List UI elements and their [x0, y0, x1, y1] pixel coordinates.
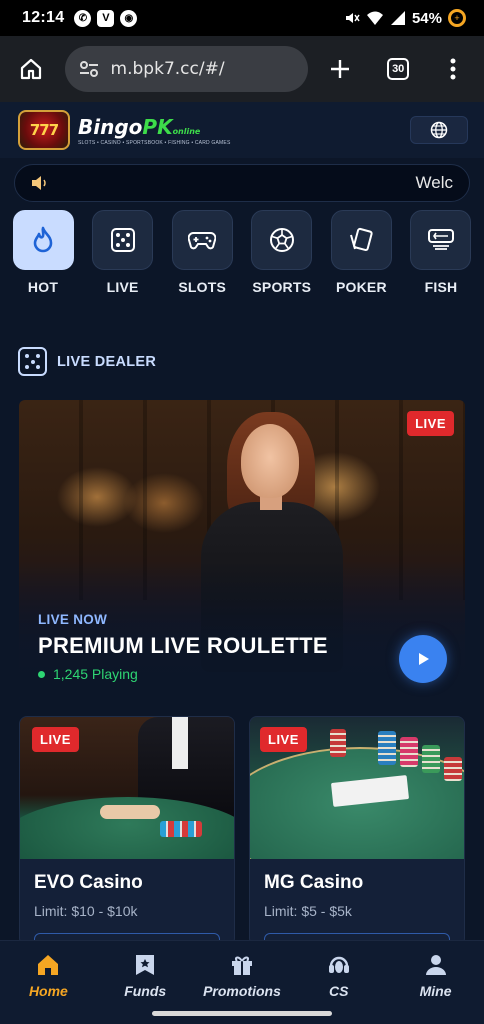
- dice-icon: [110, 228, 135, 252]
- game-card-mg[interactable]: LIVE MG Casino Limit: $5 - $5k: [249, 716, 465, 940]
- home-icon: [38, 955, 59, 975]
- app-header: 777 BingoPKonline SLOTS • CASINO • SPORT…: [0, 102, 484, 158]
- fish-icon: [427, 229, 454, 250]
- tab-count: 30: [387, 58, 410, 80]
- marquee-text: Welc: [415, 173, 453, 192]
- featured-game-card[interactable]: LIVE LIVE NOW PREMIUM LIVE ROULETTE 1,24…: [19, 400, 465, 702]
- v-app-icon: V: [97, 9, 115, 27]
- player-count: 1,245 Playing: [38, 666, 138, 682]
- menu-button[interactable]: [433, 49, 472, 89]
- nav-funds-label: Funds: [124, 983, 167, 999]
- tab-poker-label: POKER: [335, 279, 387, 295]
- logo: BingoPKonline SLOTS • CASINO • SPORTSBOO…: [78, 115, 231, 146]
- wifi-icon: [366, 11, 383, 25]
- online-dot-icon: [38, 670, 45, 678]
- logo-accent: PK: [142, 114, 173, 139]
- cards-icon: [350, 227, 374, 252]
- globe-icon: [430, 121, 448, 139]
- tab-fish[interactable]: FISH: [410, 210, 472, 295]
- live-tile: [92, 210, 154, 270]
- system-home-indicator[interactable]: [152, 1011, 332, 1016]
- hot-tile: [12, 210, 74, 270]
- speaker-icon: [32, 176, 46, 190]
- slots-tile: [171, 210, 233, 270]
- address-bar[interactable]: m.bpk7.cc/#/: [64, 46, 309, 92]
- headset-icon: [328, 956, 349, 973]
- new-tab-button[interactable]: [320, 49, 359, 89]
- logo-text: BingoPKonline: [78, 115, 231, 139]
- card-title: MG Casino: [264, 872, 364, 893]
- tab-live-label: LIVE: [106, 279, 139, 295]
- site-settings-icon: [79, 61, 98, 77]
- nav-mine-label: Mine: [419, 983, 452, 999]
- battery-percent: 54%: [411, 9, 442, 27]
- card-limit: Limit: $10 - $10k: [34, 903, 138, 919]
- fire-icon: [33, 226, 53, 253]
- user-icon: [425, 955, 446, 975]
- status-time: 12:14: [22, 9, 65, 26]
- tab-slots-label: SLOTS: [178, 279, 227, 295]
- nav-home[interactable]: Home: [3, 953, 93, 1024]
- home-outline-icon: [21, 58, 42, 80]
- mute-icon: [345, 13, 360, 23]
- poker-tile: [330, 210, 392, 270]
- live-badge: LIVE: [260, 727, 307, 752]
- url-text: m.bpk7.cc/#/: [110, 59, 225, 79]
- logo-word: Bingo: [78, 114, 143, 139]
- signal-icon: [390, 11, 405, 25]
- card-title: EVO Casino: [34, 872, 143, 893]
- nav-promotions-label: Promotions: [203, 983, 281, 999]
- play-icon: [419, 653, 429, 665]
- plus-icon: [330, 60, 349, 78]
- whatsapp-icon: ✆: [74, 9, 92, 27]
- home-button[interactable]: [12, 49, 51, 89]
- tab-live[interactable]: LIVE: [92, 210, 154, 295]
- logo-tagline: SLOTS • CASINO • SPORTSBOOK • FISHING • …: [78, 139, 231, 146]
- app-viewport: 777 BingoPKonline SLOTS • CASINO • SPORT…: [0, 102, 484, 940]
- tab-hot-label: HOT: [27, 279, 59, 295]
- hero-title: PREMIUM LIVE ROULETTE: [38, 633, 328, 658]
- gift-icon: [231, 956, 252, 975]
- nav-mine[interactable]: Mine: [391, 953, 481, 1024]
- card-action-button[interactable]: [34, 933, 220, 940]
- logo-badge: 777: [18, 110, 70, 150]
- category-tabs: HOT LIVE SLOTS SPORTS POKER FISH: [0, 202, 484, 295]
- chat-app-icon: ◉: [120, 9, 138, 27]
- gamepad-icon: [188, 232, 217, 250]
- dice-icon: [18, 347, 47, 376]
- tab-hot[interactable]: HOT: [12, 210, 74, 295]
- live-badge: LIVE: [32, 727, 79, 752]
- more-vertical-icon: [450, 58, 456, 80]
- section-header-live-dealer: LIVE DEALER: [18, 347, 484, 376]
- soccer-ball-icon: [269, 228, 294, 252]
- tab-switcher-button[interactable]: 30: [379, 49, 418, 89]
- sports-tile: [251, 210, 313, 270]
- tab-sports-label: SPORTS: [252, 279, 312, 295]
- status-bar: 12:14 ✆ V ◉ 54% +: [0, 0, 484, 36]
- nav-home-label: Home: [28, 983, 68, 999]
- nav-cs-label: CS: [329, 983, 349, 999]
- section-title: LIVE DEALER: [57, 353, 157, 370]
- tab-fish-label: FISH: [424, 279, 458, 295]
- game-card-evo[interactable]: LIVE EVO Casino Limit: $10 - $10k: [19, 716, 235, 940]
- hero-subtitle: LIVE NOW: [38, 612, 108, 627]
- player-count-text: 1,245 Playing: [53, 666, 138, 682]
- tab-slots[interactable]: SLOTS: [171, 210, 233, 295]
- tab-poker[interactable]: POKER: [330, 210, 392, 295]
- tab-sports[interactable]: SPORTS: [251, 210, 313, 295]
- bookmark-icon: [136, 955, 155, 975]
- play-button[interactable]: [399, 635, 447, 683]
- live-badge: LIVE: [407, 411, 454, 436]
- fish-tile: [410, 210, 472, 270]
- logo-suffix: online: [172, 126, 201, 136]
- card-action-button[interactable]: [264, 933, 450, 940]
- language-button[interactable]: [410, 116, 468, 144]
- browser-toolbar: m.bpk7.cc/#/ 30: [0, 36, 484, 102]
- battery-saver-icon: +: [448, 9, 466, 27]
- card-limit: Limit: $5 - $5k: [264, 903, 352, 919]
- announcement-marquee[interactable]: Welc: [14, 164, 470, 202]
